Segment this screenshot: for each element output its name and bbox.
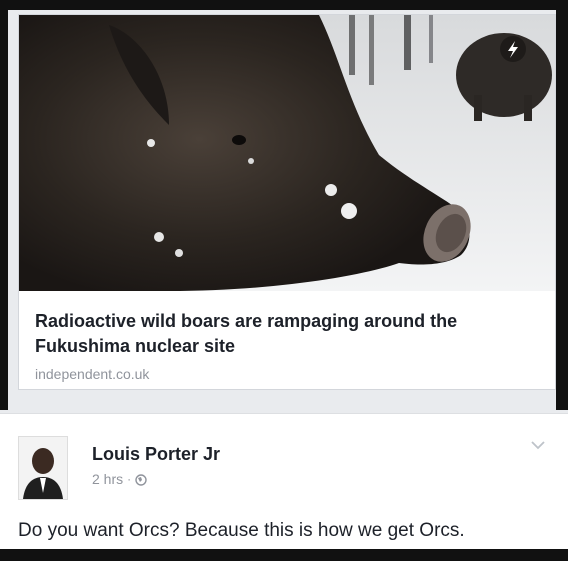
frame-top [0, 0, 568, 10]
frame-bottom [0, 549, 568, 561]
comment-text: Do you want Orcs? Because this is how we… [18, 520, 465, 541]
link-headline[interactable]: Radioactive wild boars are rampaging aro… [35, 309, 535, 359]
meta-separator: · [127, 472, 132, 486]
link-domain: independent.co.uk [35, 366, 150, 382]
wild-boar-photo[interactable] [19, 15, 555, 291]
comment-author[interactable]: Louis Porter Jr [92, 444, 220, 465]
link-preview-card[interactable]: Radioactive wild boars are rampaging aro… [18, 14, 556, 390]
comment: Louis Porter Jr 2 hrs · Do you want Orcs… [0, 413, 568, 550]
frame-left [0, 0, 8, 410]
link-info[interactable]: Radioactive wild boars are rampaging aro… [19, 291, 555, 389]
screen: Radioactive wild boars are rampaging aro… [0, 0, 568, 561]
comment-time[interactable]: 2 hrs [92, 471, 123, 487]
chevron-down-icon[interactable] [530, 438, 546, 450]
globe-icon [135, 473, 147, 486]
avatar[interactable] [18, 436, 68, 500]
comment-meta: 2 hrs · [92, 471, 147, 487]
frame-right [556, 0, 568, 410]
